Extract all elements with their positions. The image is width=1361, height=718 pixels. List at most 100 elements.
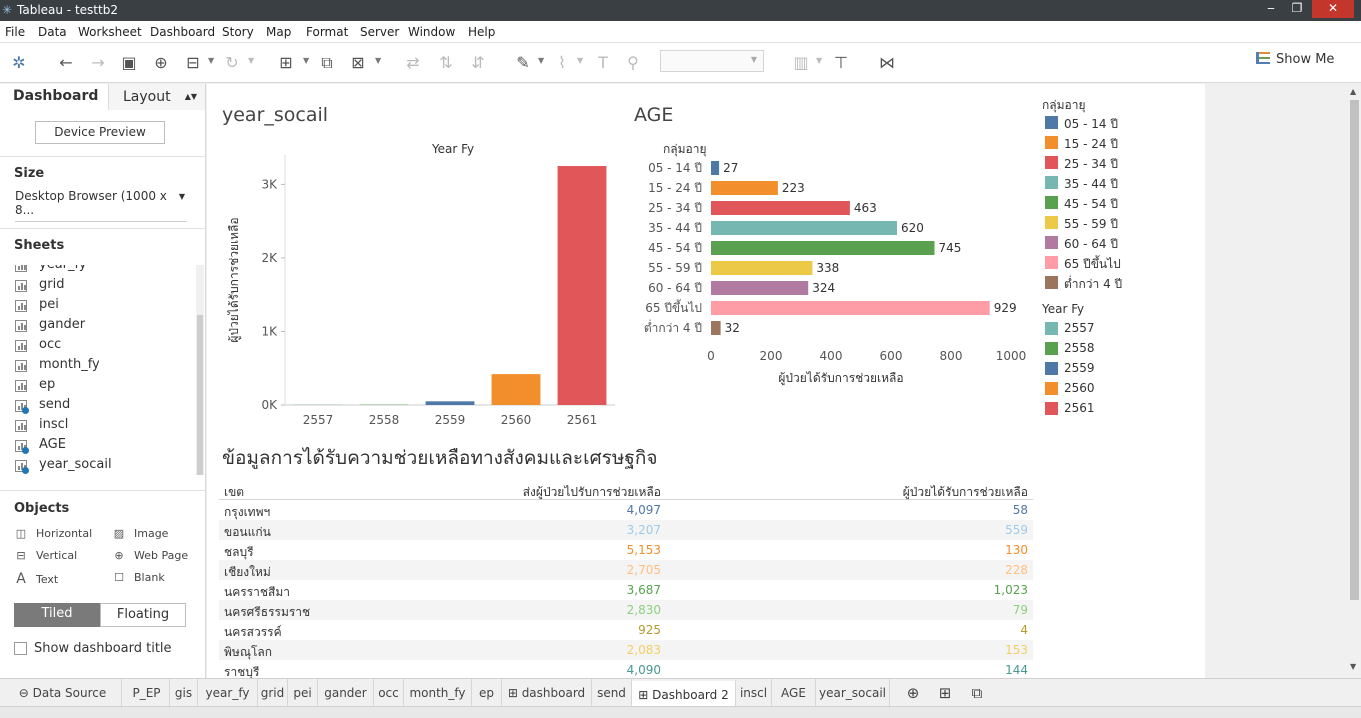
tab-inscl[interactable]: inscl — [736, 679, 772, 707]
new-story-tab-icon[interactable]: ⧉ — [964, 679, 990, 707]
save-icon[interactable]: ▣ — [118, 52, 140, 74]
tab-gis[interactable]: gis — [170, 679, 198, 707]
sheet-item-year_socail[interactable]: year_socail — [15, 457, 195, 475]
undo-icon[interactable]: ← — [55, 52, 77, 74]
chevron-down-icon[interactable]: ▼ — [248, 56, 254, 65]
sort-descending-icon[interactable]: ⇵ — [467, 52, 489, 74]
tab-year_fy[interactable]: year_fy — [198, 679, 258, 707]
minimize-icon[interactable]: ‒ — [1258, 0, 1284, 18]
highlight-icon[interactable]: ✎ — [512, 52, 534, 74]
tab-pei[interactable]: pei — [288, 679, 318, 707]
tab-grid[interactable]: grid — [258, 679, 288, 707]
new-data-source-icon[interactable]: ⊕ — [150, 52, 172, 74]
chevron-down-icon[interactable]: ▼ — [303, 56, 309, 65]
pin-icon[interactable]: ⚲ — [622, 52, 644, 74]
tab-dashboard-2[interactable]: ⊞ Dashboard 2 — [632, 679, 736, 707]
menu-window[interactable]: Window — [408, 25, 455, 39]
floating-button[interactable]: Floating — [100, 603, 186, 627]
bar-4[interactable] — [711, 241, 935, 255]
object-image[interactable]: ▨ Image — [112, 527, 169, 540]
table-row[interactable]: นครศรีธรรมราช 2,830 79 — [219, 600, 1033, 620]
sort-ascending-icon[interactable]: ⇅ — [435, 52, 457, 74]
bar-2560[interactable] — [491, 374, 541, 405]
tableau-icon[interactable]: ✲ — [8, 52, 30, 74]
device-preview-button[interactable]: Device Preview — [35, 121, 165, 144]
table-row[interactable]: นครราชสีมา 3,687 1,023 — [219, 580, 1033, 600]
object-blank[interactable]: ☐ Blank — [112, 571, 165, 584]
chevron-down-icon[interactable]: ▼ — [208, 56, 214, 65]
scroll-up-icon[interactable]: ▲ — [1350, 87, 1356, 96]
tab-age[interactable]: AGE — [772, 679, 816, 707]
bar-5[interactable] — [711, 261, 813, 275]
size-dropdown[interactable]: Desktop Browser (1000 x 8... ▼ — [15, 189, 187, 222]
bar-6[interactable] — [711, 281, 809, 295]
menu-server[interactable]: Server — [360, 25, 399, 39]
swap-icon[interactable]: ⇄ — [402, 52, 424, 74]
clear-sheet-icon[interactable]: ⊠ — [347, 52, 369, 74]
table-row[interactable]: ราชบุรี 4,090 144 — [219, 660, 1033, 680]
table-row[interactable]: ขอนแก่น 3,207 559 — [219, 520, 1033, 540]
sheet-item-send[interactable]: send — [15, 397, 195, 417]
tab-data-source[interactable]: ⊖ Data Source — [4, 679, 122, 707]
tab-year_socail[interactable]: year_socail — [816, 679, 890, 707]
chevron-down-icon[interactable]: ▼ — [816, 56, 822, 65]
object-text[interactable]: A Text — [14, 571, 58, 587]
group-icon[interactable]: ⌇ — [551, 52, 573, 74]
menu-story[interactable]: Story — [222, 25, 254, 39]
scroll-thumb[interactable] — [1350, 100, 1359, 600]
scroll-thumb[interactable] — [197, 315, 203, 475]
tab-send[interactable]: send — [592, 679, 632, 707]
sheets-scrollbar[interactable] — [196, 265, 204, 475]
menu-help[interactable]: Help — [468, 25, 495, 39]
sheet-item-grid[interactable]: grid — [15, 277, 195, 297]
close-icon[interactable]: ✕ — [1312, 0, 1354, 18]
tab-occ[interactable]: occ — [374, 679, 404, 707]
bar-3[interactable] — [711, 221, 897, 235]
labels-icon[interactable]: T — [592, 52, 614, 74]
bar-8[interactable] — [711, 321, 721, 335]
chevron-down-icon[interactable]: ▼ — [538, 56, 544, 65]
bar-2559[interactable] — [425, 401, 475, 405]
table-row[interactable]: เชียงใหม่ 2,705 228 — [219, 560, 1033, 580]
menu-dashboard[interactable]: Dashboard — [150, 25, 215, 39]
sheet-item-year_fy[interactable]: year_fy — [15, 265, 195, 277]
object-web-page[interactable]: ⊕ Web Page — [112, 549, 188, 562]
chevron-down-icon[interactable]: ▼ — [375, 56, 381, 65]
tab-dashboard[interactable]: Dashboard — [13, 88, 98, 108]
menu-map[interactable]: Map — [266, 25, 291, 39]
bar-2[interactable] — [711, 201, 850, 215]
sheet-item-AGE[interactable]: AGE — [15, 437, 195, 457]
object-horizontal[interactable]: ◫ Horizontal — [14, 527, 92, 540]
bar-2561[interactable] — [557, 166, 607, 405]
pause-updates-icon[interactable]: ⊟ — [182, 52, 204, 74]
duplicate-sheet-icon[interactable]: ⧉ — [316, 52, 338, 74]
tiled-button[interactable]: Tiled — [14, 603, 100, 627]
fit-dropdown[interactable]: ▼ — [660, 50, 764, 72]
sheet-item-month_fy[interactable]: month_fy — [15, 357, 195, 377]
sheet-item-inscl[interactable]: inscl — [15, 417, 195, 437]
share-icon[interactable]: ⋈ — [876, 52, 898, 74]
scroll-down-icon[interactable]: ▼ — [1350, 662, 1356, 671]
menu-data[interactable]: Data — [38, 25, 67, 39]
table-row[interactable]: พิษณุโลก 2,083 153 — [219, 640, 1033, 660]
new-worksheet-icon[interactable]: ⊞ — [275, 52, 297, 74]
tab-dashboard[interactable]: ⊞ dashboard — [502, 679, 592, 707]
show-title-checkbox[interactable] — [14, 642, 27, 655]
tab-p_ep[interactable]: P_EP — [124, 679, 170, 707]
sheet-item-ep[interactable]: ep — [15, 377, 195, 397]
menu-format[interactable]: Format — [306, 25, 348, 39]
age-bar-chart[interactable]: กลุ่มอายุ 05 - 14 ปี 27 15 - 24 ปี 223 25 - 3… — [640, 135, 1035, 395]
menu-worksheet[interactable]: Worksheet — [78, 25, 142, 39]
tab-layout[interactable]: Layout ▲▼ — [108, 84, 205, 110]
chevron-down-icon[interactable]: ▼ — [577, 56, 583, 65]
redo-icon[interactable]: → — [87, 52, 109, 74]
tab-gander[interactable]: gander — [318, 679, 374, 707]
fit-icon[interactable]: ▥ — [790, 52, 812, 74]
table-row[interactable]: ชลบุรี 5,153 130 — [219, 540, 1033, 560]
sheet-item-pei[interactable]: pei — [15, 297, 195, 317]
sheet-item-gander[interactable]: gander — [15, 317, 195, 337]
new-worksheet-tab-icon[interactable]: ⊕ — [900, 679, 926, 707]
vertical-scrollbar[interactable]: ▲ ▼ — [1347, 84, 1361, 678]
new-dashboard-tab-icon[interactable]: ⊞ — [932, 679, 958, 707]
year-bar-chart[interactable]: Year Fy ผู้ป่วยได้รับการช่วยเหลือ 0K 1K 2K 3K… — [220, 135, 620, 435]
